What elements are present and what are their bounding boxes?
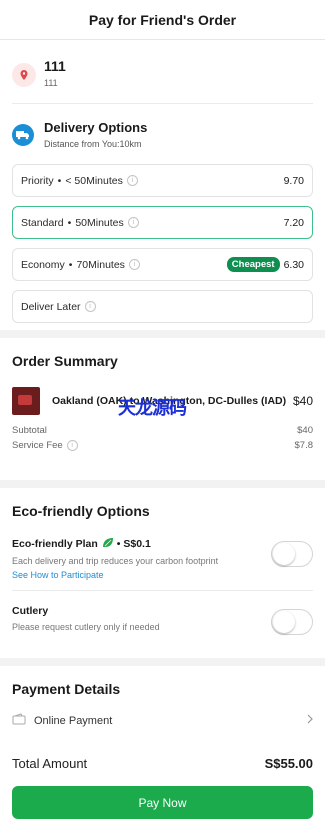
option-time: 50Minutes [75, 216, 124, 229]
item-price: $40 [292, 394, 313, 408]
delivery-distance: Distance from You:10km [44, 139, 142, 149]
option-price: 7.20 [283, 216, 304, 229]
subtotal-value: $40 [297, 425, 313, 436]
option-time: 70Minutes [76, 258, 125, 271]
subtotal-row: Subtotal $40 [12, 425, 313, 436]
see-how-link[interactable]: See How to Participate [12, 570, 218, 580]
total-value: S$55.00 [264, 755, 313, 771]
wallet-icon [12, 713, 26, 728]
subtotal-label: Subtotal [12, 425, 47, 436]
location-pin-icon [12, 63, 36, 87]
page-title: Pay for Friend's Order [88, 11, 237, 28]
option-name: Standard [21, 216, 64, 229]
payment-method-row[interactable]: Online Payment [12, 713, 313, 728]
delivery-section: 111 111 Delivery Options Distance from Y… [0, 40, 325, 330]
payment-title: Payment Details [12, 681, 121, 697]
order-summary-title: Order Summary [12, 353, 118, 369]
eco-title: Eco-friendly Options [12, 503, 150, 519]
eco-plan-row: Eco-friendly Plan • S$0.1 Each delivery … [12, 537, 313, 591]
service-fee-label: Service Fee [12, 440, 63, 451]
option-name: Deliver Later [21, 300, 81, 313]
eco-plan-toggle[interactable] [271, 541, 313, 567]
total-label: Total Amount [12, 755, 88, 771]
info-icon[interactable]: i [84, 301, 96, 312]
cutlery-row: Cutlery Please request cutlery only if n… [12, 605, 313, 635]
option-name: Priority [21, 174, 54, 187]
eco-section: Eco-friendly Options Eco-friendly Plan •… [0, 488, 325, 658]
delivery-options-header: Delivery Options Distance from You:10km [12, 104, 313, 164]
delivery-option-standard[interactable]: Standard • 50Minutes i 7.20 [12, 206, 313, 239]
cutlery-toggle[interactable] [271, 609, 313, 635]
chevron-right-icon [307, 714, 313, 727]
item-thumbnail [12, 387, 40, 415]
payment-method: Online Payment [34, 714, 113, 727]
payment-section: Payment Details Online Payment [0, 666, 325, 742]
eco-plan-description: Each delivery and trip reduces your carb… [12, 556, 219, 566]
cheapest-badge: Cheapest [226, 257, 280, 272]
location-address: 111 [44, 78, 58, 88]
option-separator: • [68, 258, 73, 271]
info-icon[interactable]: i [66, 440, 78, 451]
eco-plan-price: • S$0.1 [116, 538, 151, 550]
option-price: 9.70 [283, 174, 304, 187]
service-fee-value: $7.8 [294, 440, 314, 451]
checkout-footer: Total Amount S$55.00 Pay Now [0, 740, 325, 831]
delivery-options-title: Delivery Options [44, 120, 148, 135]
toggle-knob [273, 611, 295, 633]
option-separator: • [67, 216, 72, 229]
delivery-location[interactable]: 111 111 [12, 40, 313, 104]
delivery-option-later[interactable]: Deliver Later i [12, 290, 313, 323]
header: Pay for Friend's Order [0, 0, 325, 40]
leaf-icon [102, 537, 114, 551]
cutlery-label: Cutlery [12, 605, 49, 617]
delivery-option-economy[interactable]: Economy • 70Minutes i Cheapest 6.30 [12, 248, 313, 281]
delivery-truck-icon [12, 124, 34, 146]
total-row: Total Amount S$55.00 [12, 740, 313, 786]
toggle-knob [273, 543, 295, 565]
option-time: < 50Minutes [65, 174, 123, 187]
location-name: 111 [44, 58, 66, 74]
info-icon[interactable]: i [127, 217, 139, 228]
cutlery-description: Please request cutlery only if needed [12, 622, 160, 632]
info-icon[interactable]: i [128, 259, 140, 270]
service-fee-row: Service Fee i $7.8 [12, 440, 313, 451]
info-icon[interactable]: i [126, 175, 138, 186]
option-name: Economy [21, 258, 65, 271]
eco-plan-label: Eco-friendly Plan [12, 538, 98, 550]
option-price: 6.30 [283, 258, 304, 271]
option-separator: • [57, 174, 62, 187]
delivery-option-priority[interactable]: Priority • < 50Minutes i 9.70 [12, 164, 313, 197]
pay-now-button[interactable]: Pay Now [12, 786, 313, 819]
watermark: 天龙源码 [118, 398, 187, 419]
